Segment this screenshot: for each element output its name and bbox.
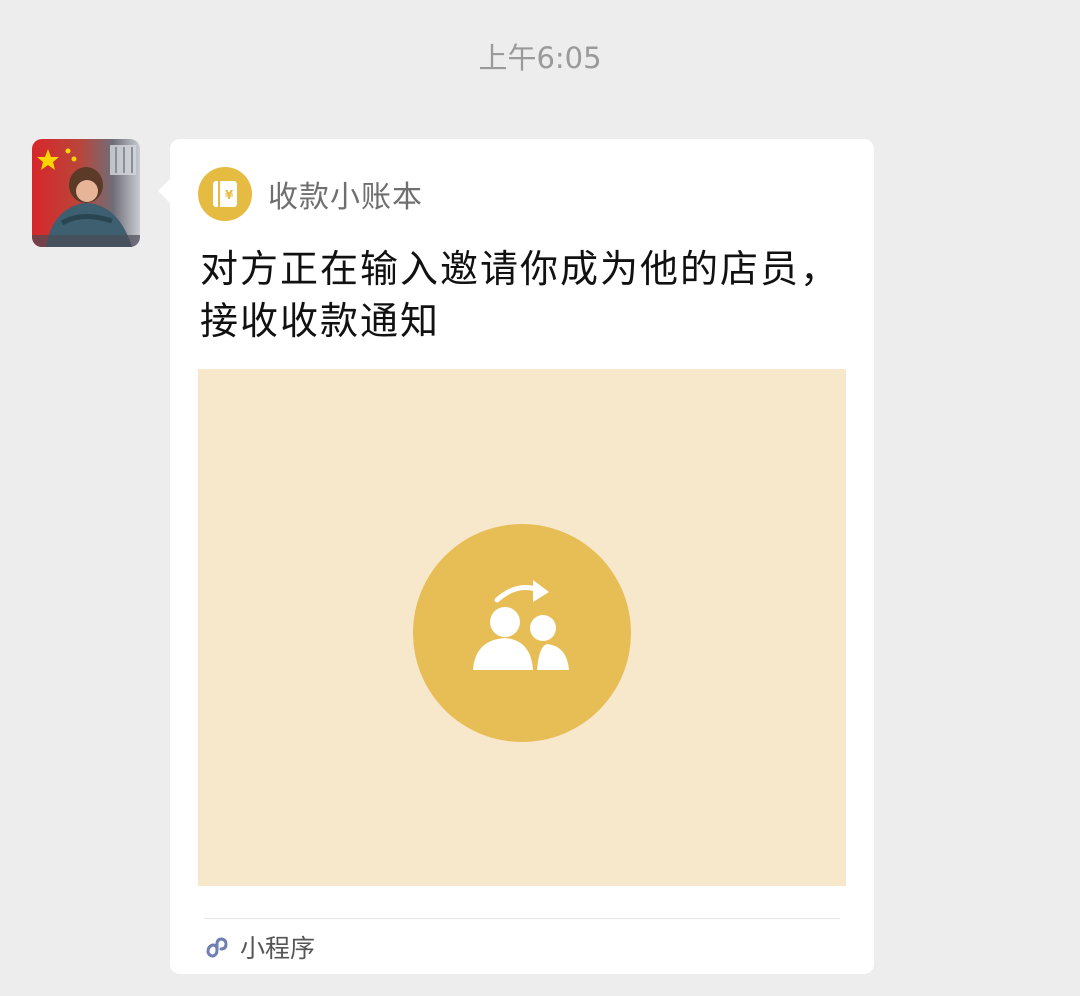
mini-program-label: 小程序 [240, 934, 316, 963]
ledger-yuan-icon: ¥ [198, 167, 252, 221]
invite-users-icon [473, 580, 569, 670]
mini-program-icon [206, 937, 228, 958]
app-header: ¥ 收款小账本 [198, 167, 423, 221]
avatar-icon [32, 139, 140, 247]
preview-badge [413, 524, 631, 742]
mini-program-card[interactable]: ¥ 收款小账本 对方正在输入邀请你成为他的店员，接收收款通知 小程序 [170, 139, 874, 974]
card-divider [204, 918, 840, 919]
card-preview-image [198, 369, 846, 886]
card-title: 对方正在输入邀请你成为他的店员，接收收款通知 [200, 247, 841, 343]
svg-text:¥: ¥ [225, 188, 234, 202]
app-name: 收款小账本 [268, 180, 423, 215]
message-timestamp: 上午6:05 [478, 41, 602, 75]
sender-avatar[interactable] [32, 139, 140, 247]
card-footer: 小程序 [204, 929, 315, 965]
